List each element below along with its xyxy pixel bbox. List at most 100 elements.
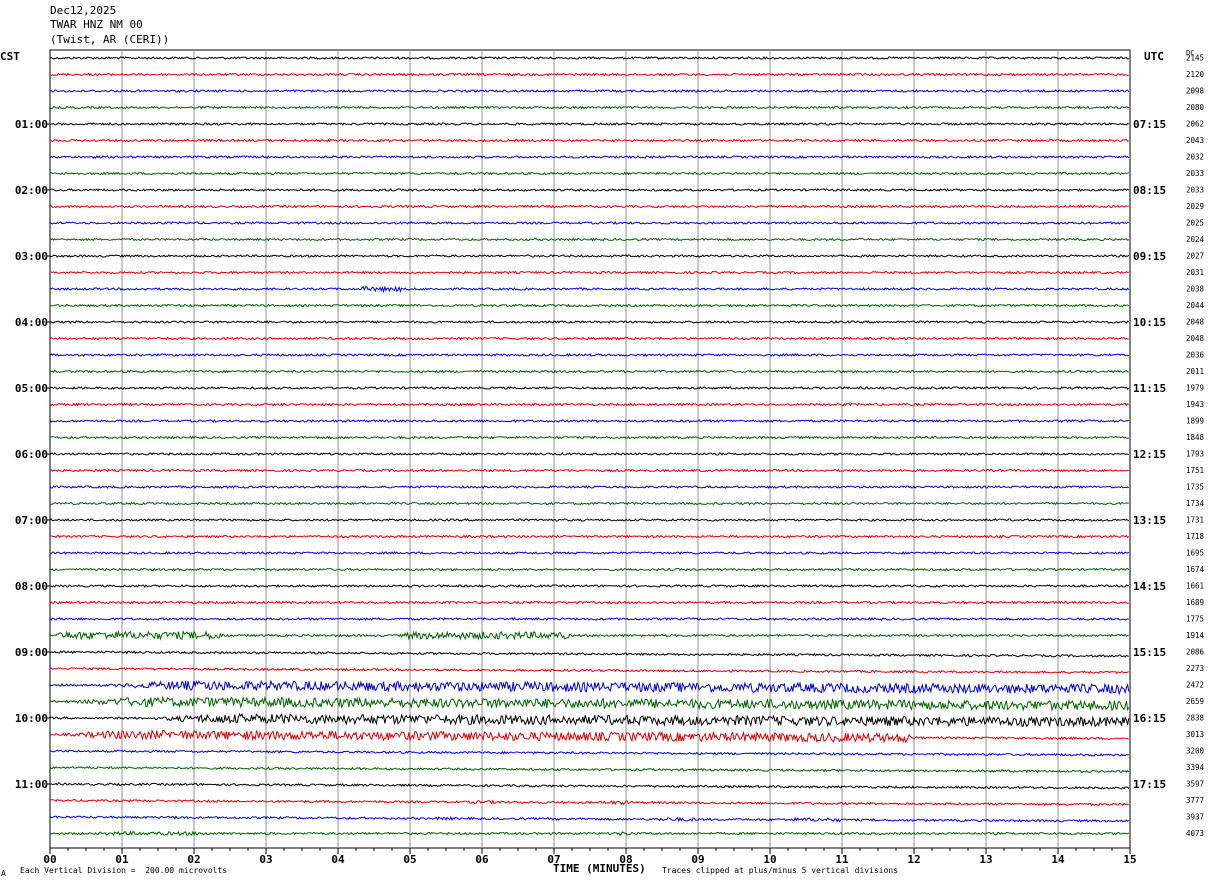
dc-value-label: 1751 [1186, 466, 1204, 475]
utc-hour-label: 13:15 [1133, 514, 1166, 527]
seismic-trace [49, 518, 1130, 522]
dc-value-label: 1689 [1186, 598, 1204, 607]
seismic-trace [49, 815, 1130, 823]
dc-value-label: 2025 [1186, 219, 1204, 228]
cst-hour-label: 06:00 [15, 448, 48, 461]
dc-value-label: 2062 [1186, 120, 1204, 129]
seismic-trace [49, 155, 1130, 159]
dc-value-label: 2031 [1186, 268, 1204, 277]
plot-frame [49, 49, 1131, 849]
dc-value-label: 1899 [1186, 417, 1204, 426]
dc-value-label: 2033 [1186, 186, 1204, 195]
seismic-trace [49, 712, 1130, 728]
utc-hour-label: 10:15 [1133, 316, 1166, 329]
seismic-trace [49, 353, 1129, 357]
utc-hour-label: 15:15 [1133, 646, 1166, 659]
x-axis-title: TIME (MINUTES) [553, 862, 646, 875]
cst-hour-label: 01:00 [15, 118, 48, 131]
seismic-trace [49, 830, 1130, 837]
x-tick-label: 04 [331, 853, 345, 866]
seismic-trace [49, 336, 1129, 341]
dc-value-label: 1718 [1186, 532, 1205, 541]
seismic-trace [49, 695, 1130, 712]
dc-value-label: 1695 [1186, 549, 1204, 558]
x-tick-label: 10 [763, 853, 776, 866]
dc-value-label: 2080 [1186, 103, 1205, 112]
seismic-trace [49, 171, 1130, 176]
x-tick-label: 14 [1051, 853, 1065, 866]
dc-value-label: 2120 [1186, 70, 1205, 79]
seismic-trace [49, 749, 1129, 757]
cst-hour-label: 08:00 [15, 580, 48, 593]
dc-value-label: 1793 [1186, 450, 1204, 459]
dc-value-label: 3394 [1186, 763, 1205, 772]
dc-value-label: 2273 [1186, 664, 1204, 673]
scale-note: Each Vertical Division = 200.00 microvol… [20, 866, 228, 875]
seismic-trace [50, 386, 1130, 390]
dc-value-label: 2011 [1186, 367, 1204, 376]
dc-value-label: 2038 [1186, 285, 1205, 294]
utc-hour-label: 07:15 [1133, 118, 1166, 131]
utc-hour-label: 08:15 [1133, 184, 1166, 197]
seismic-trace [49, 303, 1130, 308]
dc-value-label: 1943 [1186, 400, 1204, 409]
x-tick-label: 06 [475, 853, 489, 866]
dc-value-label: 1734 [1186, 499, 1205, 508]
x-tick-label: 00 [43, 853, 56, 866]
seismic-trace [49, 551, 1130, 555]
seismic-trace [49, 89, 1130, 93]
cst-hour-label: 09:00 [15, 646, 48, 659]
seismic-trace [50, 72, 1129, 77]
seismic-trace [49, 105, 1129, 110]
x-tick-label: 12 [907, 853, 920, 866]
seismic-trace [49, 221, 1129, 225]
seismic-trace [49, 600, 1129, 605]
cst-hour-label: 07:00 [15, 514, 48, 527]
dc-value-label: 2043 [1186, 136, 1204, 145]
dc-value-label: 2048 [1186, 334, 1205, 343]
dc-value-label: 2036 [1186, 351, 1205, 360]
footer-mark: A [1, 869, 6, 878]
dc-value-label: 1661 [1186, 582, 1204, 591]
seismic-trace [49, 567, 1130, 572]
seismic-trace [49, 765, 1130, 774]
seismic-trace [49, 320, 1130, 324]
seismic-trace [49, 534, 1130, 539]
x-tick-label: 03 [259, 853, 272, 866]
dc-value-label: 3200 [1186, 747, 1205, 756]
seismic-trace [49, 584, 1129, 588]
utc-hour-label: 17:15 [1133, 778, 1166, 791]
dc-value-label: 1848 [1186, 433, 1205, 442]
seismic-trace [49, 468, 1129, 473]
seismic-trace [49, 667, 1129, 675]
seismic-trace [49, 270, 1129, 275]
dc-value-label: 4073 [1186, 829, 1204, 838]
cst-hour-label: 02:00 [15, 184, 48, 197]
seismic-trace [49, 369, 1129, 374]
seismic-trace [49, 56, 1129, 60]
cst-hour-label: 11:00 [15, 778, 48, 791]
x-tick-label: 01 [115, 853, 129, 866]
seismic-trace [49, 679, 1130, 696]
seismic-trace [49, 650, 1129, 658]
dc-value-label: 2024 [1186, 235, 1205, 244]
dc-value-label: 2032 [1186, 153, 1204, 162]
seismic-trace [49, 237, 1130, 242]
cst-hour-label: 10:00 [15, 712, 48, 725]
seismic-trace [49, 419, 1129, 423]
utc-hour-label: 12:15 [1133, 448, 1166, 461]
dc-value-label: 2048 [1186, 318, 1205, 327]
dc-value-label: 1735 [1186, 483, 1204, 492]
seismic-trace [49, 204, 1129, 209]
dc-value-label: 2086 [1186, 648, 1205, 657]
seismic-trace [49, 485, 1129, 489]
dc-value-label: 2659 [1186, 697, 1204, 706]
seismic-trace [49, 402, 1130, 407]
clip-note: Traces clipped at plus/minus 5 vertical … [662, 866, 899, 875]
dc-value-label: 2472 [1186, 681, 1204, 690]
seismic-trace [49, 501, 1129, 506]
seismic-trace [49, 729, 1130, 744]
dc-value-label: 3013 [1186, 730, 1204, 739]
seismic-trace [49, 782, 1130, 790]
dc-value-label: 3937 [1186, 813, 1204, 822]
